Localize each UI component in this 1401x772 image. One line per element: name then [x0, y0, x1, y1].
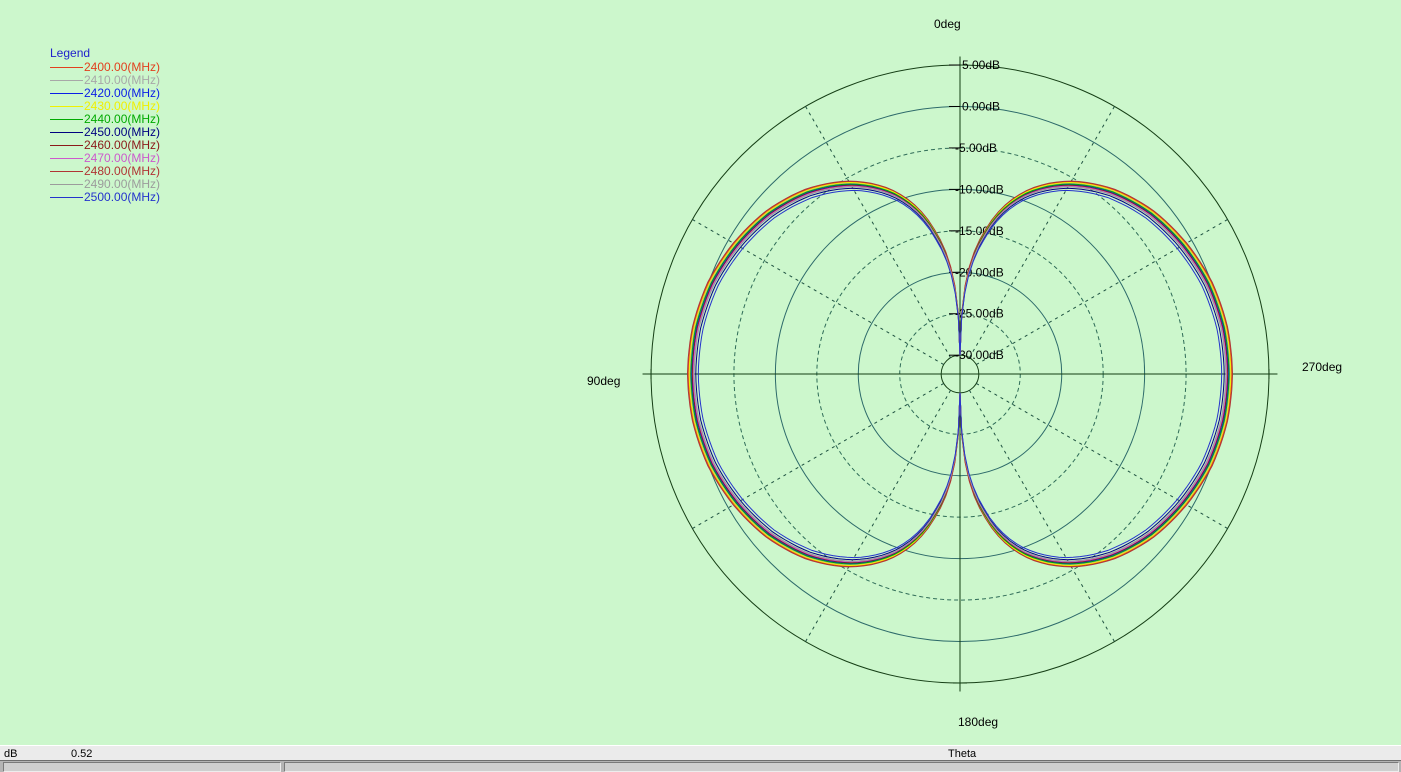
radial-tick-label: -5.00dB — [955, 141, 997, 155]
legend-item-label: 2410.00(MHz) — [84, 73, 160, 87]
legend-item-label: 2500.00(MHz) — [84, 190, 160, 204]
legend-line-swatch — [50, 67, 83, 68]
status-panel-left — [3, 762, 281, 772]
legend-line-swatch — [50, 184, 83, 185]
legend-items: 2400.00(MHz)2410.00(MHz)2420.00(MHz)2430… — [50, 61, 160, 204]
status-panel-right — [284, 762, 1399, 772]
radial-tick-label: -30.00dB — [955, 348, 1004, 362]
radial-tick-label: -15.00dB — [955, 224, 1004, 238]
legend-item-label: 2470.00(MHz) — [84, 151, 160, 165]
status-unit-label: dB — [4, 748, 17, 760]
legend-line-swatch — [50, 197, 83, 198]
legend-title: Legend — [50, 47, 160, 61]
legend-line-swatch — [50, 106, 83, 107]
legend-item-label: 2440.00(MHz) — [84, 112, 160, 126]
legend-item-label: 2460.00(MHz) — [84, 138, 160, 152]
grid-spoke — [969, 390, 1114, 641]
legend-item-label: 2480.00(MHz) — [84, 164, 160, 178]
radial-tick-label: -10.00dB — [955, 182, 1004, 196]
legend-item-label: 2400.00(MHz) — [84, 60, 160, 74]
status-bar: dB 0.52 Theta — [0, 745, 1401, 761]
angle-label: 180deg — [958, 715, 998, 729]
legend-line-swatch — [50, 119, 83, 120]
legend-item-label: 2450.00(MHz) — [84, 125, 160, 139]
status-axis-label: Theta — [948, 748, 976, 760]
legend-line-swatch — [50, 93, 83, 94]
legend-line-swatch — [50, 158, 83, 159]
radial-tick-label: 0.00dB — [962, 99, 1000, 113]
legend-line-swatch — [50, 132, 83, 133]
status-bar-lower — [0, 760, 1401, 772]
app-canvas: 5.00dB 0.00dB -5.00dB -10.00dB -15.00dB -20.0… — [0, 0, 1401, 772]
status-value: 0.52 — [71, 748, 92, 760]
angle-label: 90deg — [587, 374, 620, 388]
angle-label: 0deg — [934, 17, 961, 31]
legend-item-label: 2430.00(MHz) — [84, 99, 160, 113]
radial-tick-label: -20.00dB — [955, 265, 1004, 279]
legend-line-swatch — [50, 80, 83, 81]
legend: Legend 2400.00(MHz)2410.00(MHz)2420.00(M… — [50, 47, 160, 204]
legend-item-label: 2420.00(MHz) — [84, 86, 160, 100]
legend-item-label: 2490.00(MHz) — [84, 177, 160, 191]
angle-label: 270deg — [1302, 360, 1342, 374]
legend-item: 2500.00(MHz) — [50, 191, 160, 204]
legend-line-swatch — [50, 145, 83, 146]
radial-tick-label: 5.00dB — [962, 58, 1000, 72]
polar-plot: 5.00dB 0.00dB -5.00dB -10.00dB -15.00dB -20.0… — [0, 0, 1401, 746]
legend-line-swatch — [50, 171, 83, 172]
